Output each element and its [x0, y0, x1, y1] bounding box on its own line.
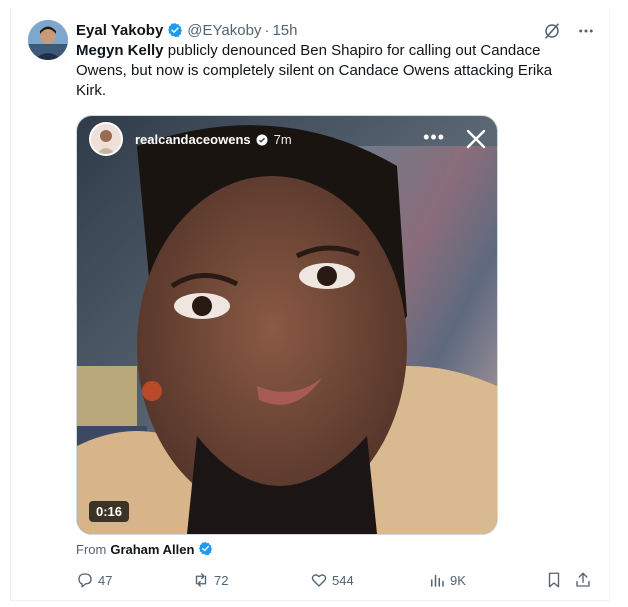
bookmark-icon: [548, 572, 560, 588]
attribution-name[interactable]: Graham Allen: [110, 542, 194, 557]
author-handle[interactable]: @EYakoby: [187, 22, 261, 39]
story-time: 7m: [273, 131, 292, 147]
bookmark-button[interactable]: [545, 571, 567, 589]
verified-badge-icon: [198, 541, 214, 557]
story-more-icon: •••: [423, 127, 445, 147]
like-icon: [311, 574, 327, 587]
like-button[interactable]: 544: [310, 571, 354, 589]
tweet-timestamp[interactable]: 15h: [272, 22, 297, 39]
separator-dot: ·: [264, 21, 270, 39]
video-duration: 0:16: [89, 501, 130, 522]
repost-button[interactable]: 72: [192, 571, 228, 589]
media-attribution: From Graham Allen: [76, 541, 218, 557]
story-username: realcandaceowens: [135, 131, 251, 147]
attribution-prefix: From: [76, 541, 107, 557]
reply-icon: [78, 573, 92, 588]
grok-icon[interactable]: [542, 21, 562, 41]
mention-bold: Megyn Kelly: [76, 42, 164, 59]
views-button[interactable]: 9K: [428, 571, 466, 589]
tweet-text: Megyn Kelly publicly denounced Ben Shapi…: [76, 41, 566, 101]
video-frame-image: [77, 116, 497, 534]
repost-count: 72: [214, 572, 229, 588]
repost-icon: [195, 573, 207, 587]
views-icon: [431, 574, 444, 587]
author-avatar[interactable]: [28, 20, 68, 60]
story-verified-icon: [256, 133, 268, 146]
close-icon: [465, 128, 487, 150]
reply-count: 47: [98, 572, 113, 588]
story-avatar: [89, 122, 123, 156]
tweet-header: Eyal Yakoby @EYakoby · 15h: [76, 20, 297, 40]
tweet-action-bar: 47 72 544 9K: [76, 570, 596, 590]
view-count: 9K: [450, 572, 466, 588]
author-name[interactable]: Eyal Yakoby: [76, 22, 163, 39]
more-icon[interactable]: [576, 21, 596, 41]
share-icon: [576, 572, 590, 587]
reply-button[interactable]: 47: [76, 571, 112, 589]
tweet-top-actions: [542, 21, 596, 41]
verified-badge-icon[interactable]: [167, 22, 183, 38]
share-button[interactable]: [574, 571, 596, 589]
video-player[interactable]: realcandaceowens 7m ••• 0:16: [76, 115, 498, 535]
like-count: 544: [332, 572, 354, 588]
